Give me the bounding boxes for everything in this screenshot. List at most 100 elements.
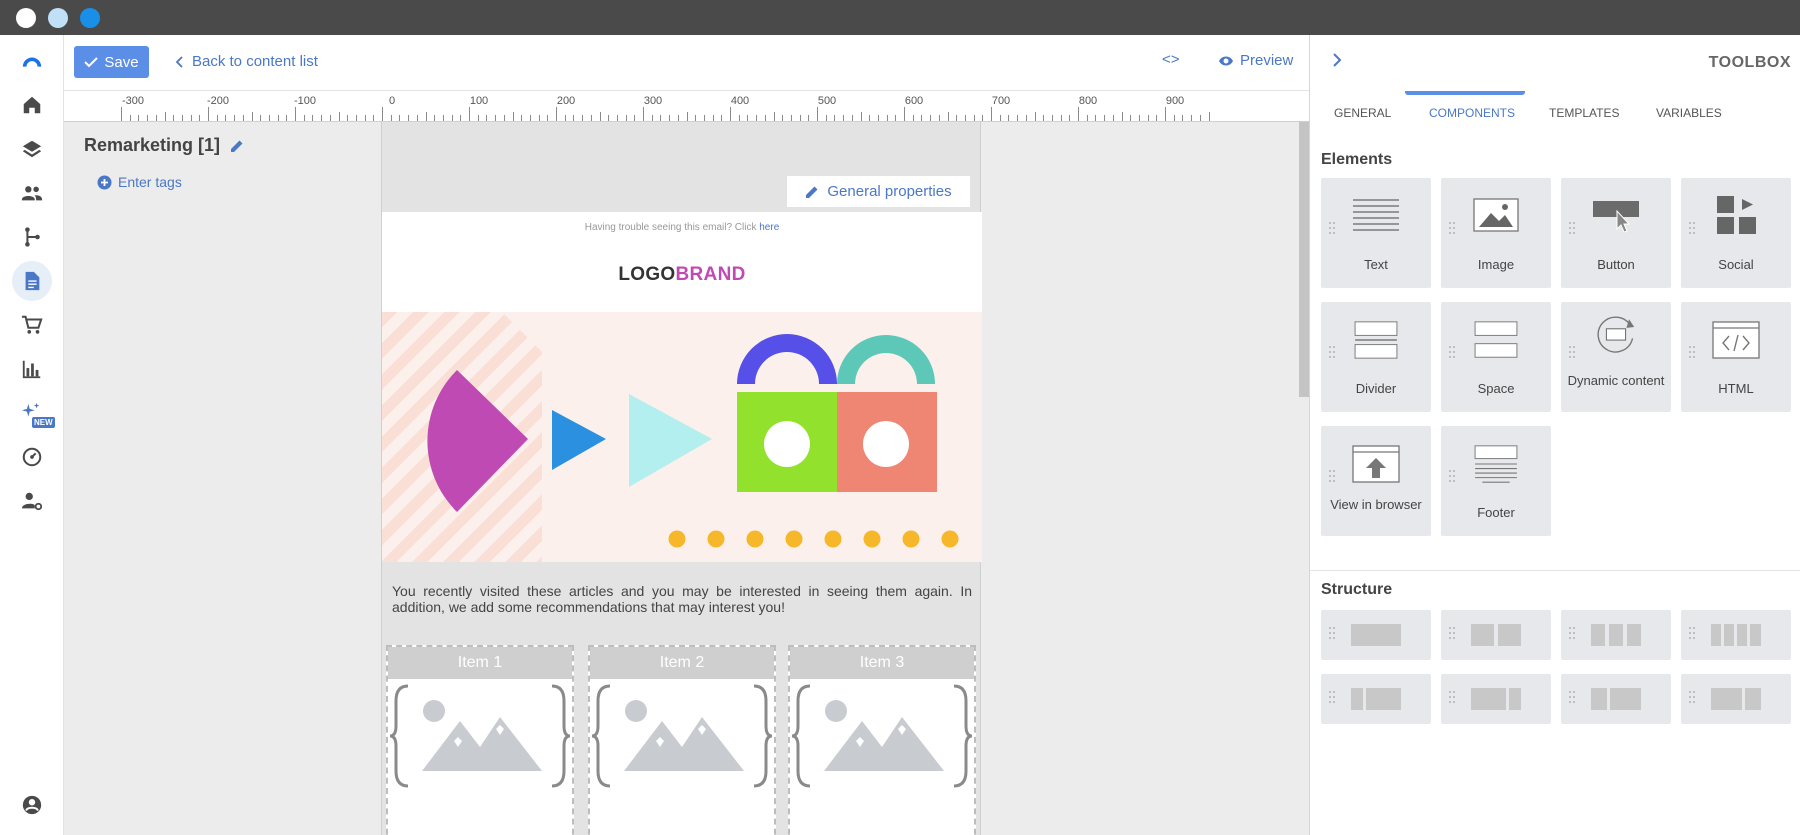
element-space-tile[interactable]: Space [1441,302,1551,412]
ruler-tick [434,115,436,121]
ruler-label: 400 [730,95,750,107]
product-item-card[interactable]: Item 2 [588,645,776,835]
document-title-text: Remarketing [1] [84,135,221,155]
nav-automation[interactable] [12,217,52,257]
nav-account[interactable] [12,785,52,825]
window-minimize-button[interactable] [48,8,68,28]
ruler-tick [1147,115,1149,121]
element-image-tile[interactable]: Image [1441,178,1551,288]
tab-templates[interactable]: TEMPLATES [1549,106,1619,120]
structure-1-column[interactable] [1321,610,1431,660]
general-properties-button[interactable]: General properties [786,175,971,208]
ruler-label: 500 [817,95,837,107]
ruler-tick [190,115,192,121]
preview-button[interactable]: Preview [1218,52,1293,69]
preview-label: Preview [1240,52,1294,69]
ruler-tick [625,115,627,121]
tab-variables[interactable]: VARIABLES [1656,106,1722,120]
element-label: Image [1477,257,1515,272]
trouble-link[interactable]: here [759,222,779,233]
ruler-tick [495,115,497,121]
item-title: Item 3 [790,647,974,679]
hero-banner-image[interactable] [382,312,982,562]
trouble-text: Having trouble seeing this email? Click [584,222,757,233]
ruler-tick [138,115,140,121]
product-item-card[interactable]: Item 1 [386,645,574,835]
element-label: View in browser [1330,497,1422,512]
element-footer-tile[interactable]: Footer [1441,426,1551,536]
structure-3-columns[interactable] [1561,610,1671,660]
brand-logo: LOGOBRAND [382,264,982,286]
nav-home[interactable] [12,85,52,125]
nav-layers[interactable] [12,129,52,169]
nav-dashboard[interactable] [12,437,52,477]
ruler-label: 800 [1078,95,1098,107]
structure-2-columns[interactable] [1441,610,1551,660]
enter-tags-button[interactable]: Enter tags [97,174,182,190]
email-header-block[interactable]: Having trouble seeing this email? Click … [382,212,982,312]
intro-paragraph[interactable]: You recently visited these articles and … [392,583,972,615]
structure-3-1-columns[interactable] [1441,674,1551,724]
tab-general[interactable]: GENERAL [1334,106,1391,120]
pencil-icon[interactable] [230,139,244,153]
canvas-scrollbar[interactable] [1299,122,1309,397]
flow-icon [25,227,40,247]
ruler-tick [825,115,827,121]
ruler-tick [1078,107,1079,121]
nav-reports[interactable] [12,349,52,389]
code-view-button[interactable]: <> [1162,51,1180,68]
element-dynamic-content-tile[interactable]: Dynamic content [1561,302,1671,412]
window-close-button[interactable] [16,8,36,28]
ruler-tick [303,115,305,121]
structure-4-columns[interactable] [1681,610,1791,660]
structure-1-3-columns[interactable] [1321,674,1431,724]
text-icon [1353,199,1399,231]
tab-components[interactable]: COMPONENTS [1429,106,1515,120]
ruler-tick [999,115,1001,121]
ruler-tick [764,115,766,121]
ruler-tick [173,115,175,121]
nav-contacts[interactable] [12,173,52,213]
ruler-tick [756,115,758,121]
section-divider [1310,570,1800,571]
structure-1-2-columns[interactable] [1561,674,1671,724]
image-placeholder-icon [591,684,773,788]
nav-content[interactable] [12,261,52,301]
ruler-tick [564,115,566,121]
editor-toolbar: Save Back to content list <> Preview [64,35,1309,91]
toolbox-header: TOOLBOX [1310,35,1800,90]
ruler-tick [321,115,323,121]
structure-2-1-columns[interactable] [1681,674,1791,724]
element-view-in-browser-tile[interactable]: View in browser [1321,426,1431,536]
structure-section-title: Structure [1321,581,1393,598]
element-text-tile[interactable]: Text [1321,178,1431,288]
chevron-right-icon [1333,53,1342,67]
ruler-tick [616,115,618,121]
ruler-tick [469,107,470,121]
ruler-tick [277,115,279,121]
ruler-tick [643,107,644,121]
element-button-tile[interactable]: Button [1561,178,1671,288]
editor-canvas: Remarketing [1] Enter tags General prope… [64,122,1309,835]
element-social-tile[interactable]: Social [1681,178,1791,288]
nav-ai-features[interactable]: NEW [12,393,55,433]
ruler-tick [529,115,531,121]
nav-ecommerce[interactable] [12,305,52,345]
ruler-tick [155,115,157,121]
ruler-tick [982,115,984,121]
element-divider-tile[interactable]: Divider [1321,302,1431,412]
product-item-card[interactable]: Item 3 [788,645,976,835]
ruler-tick [486,115,488,121]
window-maximize-button[interactable] [80,8,100,28]
save-button[interactable]: Save [74,46,149,78]
collapse-toolbox-button[interactable] [1332,51,1342,74]
nav-user-settings[interactable] [12,481,52,521]
back-to-content-list-link[interactable]: Back to content list [176,53,318,70]
logo-part-2: BRAND [675,264,746,285]
ruler-tick [477,115,479,121]
ruler-tick [181,115,183,121]
nav-logo[interactable] [12,43,52,83]
element-html-tile[interactable]: HTML [1681,302,1791,412]
ruler-tick [991,107,992,121]
window-titlebar [0,0,1800,35]
